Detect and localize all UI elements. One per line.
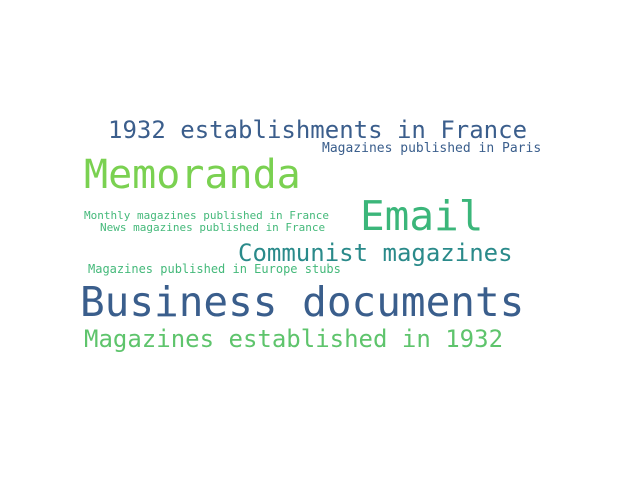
word-1932-establishments-in-france: 1932 establishments in France [108, 116, 528, 144]
word-monthly-magazines-published-in-france: Monthly magazines published in France [84, 209, 330, 222]
word-magazines-established-in-1932: Magazines established in 1932 [84, 325, 504, 353]
word-email: Email [360, 192, 484, 240]
word-magazines-published-in-paris: Magazines published in Paris [322, 141, 542, 156]
word-news-magazines-published-in-france: News magazines published in France [100, 221, 326, 234]
word-magazines-published-in-europe-stubs: Magazines published in Europe stubs [88, 262, 341, 276]
word-cloud: Business documents Memoranda Email 1932 … [0, 0, 640, 480]
word-memoranda: Memoranda [84, 152, 301, 198]
word-business-documents: Business documents [80, 278, 525, 326]
